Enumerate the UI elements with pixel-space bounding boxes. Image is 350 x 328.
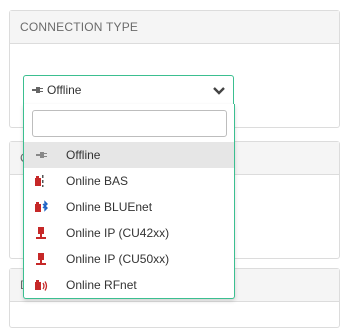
- network-icon: [34, 251, 50, 267]
- chevron-down-icon[interactable]: [213, 85, 225, 99]
- option-online-ip-cu42xx[interactable]: Online IP (CU42xx): [24, 220, 234, 246]
- option-label: Online BAS: [66, 174, 129, 188]
- bas-icon: [34, 173, 50, 189]
- connection-type-select[interactable]: Offline: [23, 75, 234, 105]
- plug-icon: [32, 85, 44, 95]
- option-label: Online RFnet: [66, 278, 137, 292]
- network-icon: [34, 225, 50, 241]
- bluetooth-icon: [34, 199, 50, 215]
- option-label: Online IP (CU42xx): [66, 226, 170, 240]
- option-online-bas[interactable]: Online BAS: [24, 168, 234, 194]
- option-offline[interactable]: Offline: [24, 142, 234, 168]
- option-label: Online IP (CU50xx): [66, 252, 170, 266]
- panel-title: CONNECTION TYPE: [10, 11, 339, 44]
- select-value: Offline: [47, 83, 82, 97]
- option-online-bluenet[interactable]: Online BLUEnet: [24, 194, 234, 220]
- option-label: Online BLUEnet: [66, 200, 153, 214]
- dropdown-search-input[interactable]: [32, 110, 227, 137]
- option-online-ip-cu50xx[interactable]: Online IP (CU50xx): [24, 246, 234, 272]
- plug-icon: [34, 147, 50, 163]
- rfnet-icon: [34, 277, 50, 293]
- connection-type-dropdown: Offline Online BAS Online BLUEnet Online…: [23, 104, 235, 299]
- option-label: Offline: [66, 148, 101, 162]
- option-online-rfnet[interactable]: Online RFnet: [24, 272, 234, 298]
